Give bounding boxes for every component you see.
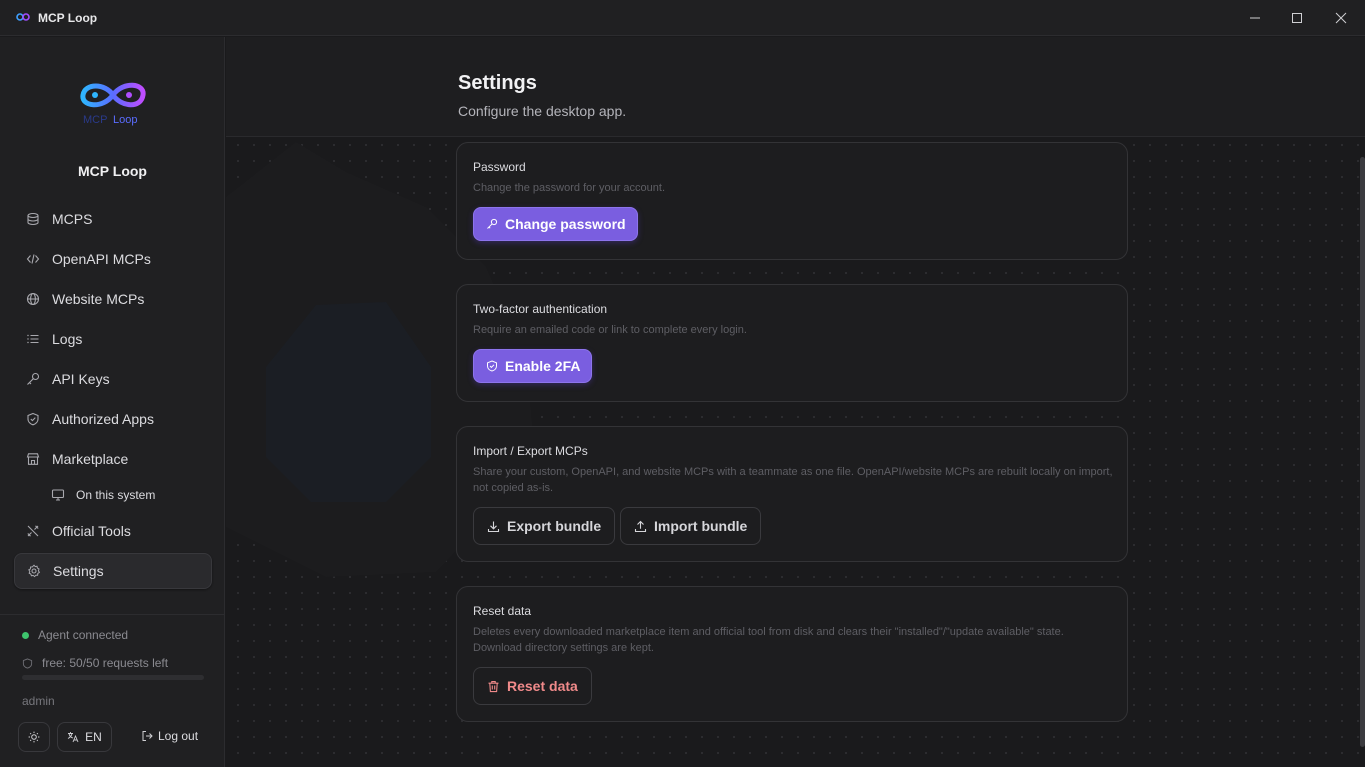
app-logo-icon <box>16 13 30 21</box>
shield-icon <box>22 657 33 669</box>
sidebar-item-label: On this system <box>76 488 156 502</box>
minimize-button[interactable] <box>1233 0 1277 36</box>
mcp-loop-logo: MCP Loop <box>80 82 146 126</box>
key-icon <box>25 371 41 387</box>
download-icon <box>487 521 500 532</box>
sidebar-item-label: Website MCPs <box>52 291 145 307</box>
language-label: EN <box>85 730 102 744</box>
sidebar-item-label: OpenAPI MCPs <box>52 251 151 267</box>
sidebar-item-marketplace[interactable]: Marketplace <box>14 441 212 477</box>
sidebar-item-label: Authorized Apps <box>52 411 154 427</box>
sidebar-item-settings[interactable]: Settings <box>14 553 212 589</box>
button-label: Export bundle <box>507 518 602 534</box>
sidebar-item-authorized-apps[interactable]: Authorized Apps <box>14 401 212 437</box>
button-label: Import bundle <box>654 518 748 534</box>
trash-icon <box>488 680 499 692</box>
sidebar: MCP Loop MCP Loop MCPS OpenAPI MCPs Webs… <box>0 37 225 767</box>
export-bundle-button[interactable]: Export bundle <box>473 507 616 545</box>
import-export-card: Import / Export MCPs Share your custom, … <box>456 426 1128 562</box>
user-label: admin <box>22 694 55 708</box>
sidebar-item-label: Official Tools <box>52 523 131 539</box>
button-label: Reset data <box>507 678 578 694</box>
sidebar-item-label: Settings <box>53 563 104 579</box>
upload-icon <box>634 520 647 532</box>
sidebar-item-label: API Keys <box>52 371 110 387</box>
brand-name: MCP Loop <box>78 163 147 179</box>
minimize-icon <box>1250 17 1260 19</box>
key-icon <box>487 218 498 229</box>
reset-data-button[interactable]: Reset data <box>473 667 592 705</box>
sidebar-item-website-mcps[interactable]: Website MCPs <box>14 281 212 317</box>
card-title: Password <box>473 160 526 174</box>
sidebar-item-openapi-mcps[interactable]: OpenAPI MCPs <box>14 241 212 277</box>
sidebar-item-api-keys[interactable]: API Keys <box>14 361 212 397</box>
shield-check-icon <box>25 411 41 427</box>
window-title: MCP Loop <box>38 11 98 25</box>
sidebar-item-mcps[interactable]: MCPS <box>14 201 212 237</box>
sidebar-item-label: Logs <box>52 331 83 347</box>
logout-label: Log out <box>158 729 199 743</box>
reset-data-card: Reset data Deletes every downloaded mark… <box>456 586 1128 722</box>
scrollbar[interactable] <box>1360 157 1365 747</box>
sun-icon <box>28 731 40 743</box>
main-content: Settings Configure the desktop app. Pass… <box>226 37 1365 767</box>
card-title: Two-factor authentication <box>473 302 608 316</box>
list-icon <box>25 331 41 347</box>
sidebar-divider <box>0 614 225 615</box>
close-button[interactable] <box>1319 0 1363 36</box>
maximize-icon <box>1292 13 1302 23</box>
monitor-icon <box>50 487 66 503</box>
sidebar-item-label: MCPS <box>52 211 93 227</box>
status-dot-icon <box>22 631 29 639</box>
two-factor-card: Two-factor authentication Require an ema… <box>456 284 1128 402</box>
card-title: Import / Export MCPs <box>473 444 588 458</box>
button-label: Enable 2FA <box>505 358 581 374</box>
change-password-button[interactable]: Change password <box>473 207 638 241</box>
database-icon <box>25 211 41 227</box>
quota-progress-fill <box>22 675 204 680</box>
theme-toggle-button[interactable] <box>18 722 50 752</box>
close-icon <box>1335 12 1347 24</box>
card-description: Share your custom, OpenAPI, and website … <box>473 466 1113 494</box>
card-description: Change the password for your account. <box>473 182 666 194</box>
sidebar-item-logs[interactable]: Logs <box>14 321 212 357</box>
card-title: Reset data <box>473 604 532 618</box>
sidebar-item-label: Marketplace <box>52 451 129 467</box>
button-label: Change password <box>505 216 626 232</box>
tools-icon <box>25 523 41 539</box>
sidebar-item-on-this-system[interactable]: On this system <box>14 483 212 507</box>
card-description: Deletes every downloaded marketplace ite… <box>473 626 1064 654</box>
language-button[interactable]: EN <box>57 722 112 752</box>
page-header: Settings Configure the desktop app. <box>226 37 1365 137</box>
gear-icon <box>26 563 42 579</box>
maximize-button[interactable] <box>1275 0 1319 36</box>
enable-2fa-button[interactable]: Enable 2FA <box>473 349 593 383</box>
code-icon <box>25 251 41 267</box>
logout-button[interactable]: Log out <box>141 729 198 743</box>
page-title: Settings <box>458 72 537 94</box>
agent-status: Agent connected <box>22 628 128 642</box>
agent-status-text: Agent connected <box>38 628 129 642</box>
title-bar: MCP Loop <box>0 0 1365 36</box>
password-card: Password Change the password for your ac… <box>456 142 1128 260</box>
sidebar-item-official-tools[interactable]: Official Tools <box>14 513 212 549</box>
store-icon <box>25 451 41 467</box>
quota-status: free: 50/50 requests left <box>22 656 168 670</box>
globe-icon <box>25 291 41 307</box>
quota-progress-bar <box>22 675 204 680</box>
import-bundle-button[interactable]: Import bundle <box>620 507 762 545</box>
translate-icon <box>67 732 79 743</box>
quota-text: free: 50/50 requests left <box>42 656 169 670</box>
logo-text-mcp: MCP <box>83 114 107 126</box>
page-subtitle: Configure the desktop app. <box>458 103 627 119</box>
logout-icon <box>142 731 153 741</box>
card-description: Require an emailed code or link to compl… <box>473 324 747 336</box>
shield-check-icon <box>487 360 497 372</box>
logo-text-loop: Loop <box>113 114 137 126</box>
